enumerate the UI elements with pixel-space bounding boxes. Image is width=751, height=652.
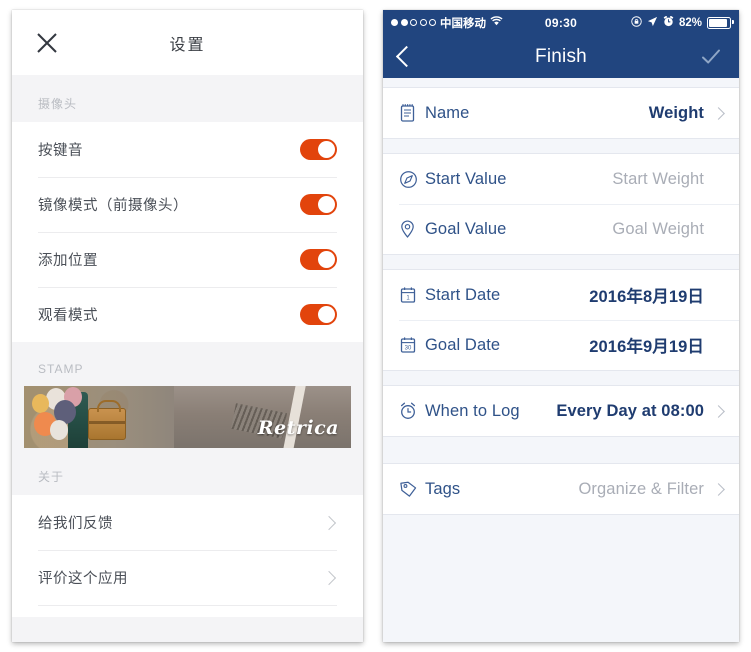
chevron-right-icon (712, 404, 725, 418)
alarm-clock-icon (663, 15, 674, 30)
toggle-knob (318, 306, 335, 323)
settings-header: 设置 (12, 10, 363, 75)
toggle-knob (318, 141, 335, 158)
balloon (50, 420, 68, 440)
calendar-1-icon: 1 (399, 286, 425, 305)
row-value: Organize & Filter (578, 479, 704, 498)
group-spacer (383, 255, 739, 269)
row-start-date[interactable]: 1 Start Date 2016年8月19日 (383, 270, 739, 320)
section-label-about: 关于 (38, 470, 65, 484)
toggle-knob (318, 251, 335, 268)
row-label: Goal Date (425, 335, 501, 354)
menu-label: 给我们反馈 (38, 516, 113, 532)
row-label: Name (425, 103, 470, 122)
menu-item-send-feedback[interactable]: 给我们反馈 (38, 495, 337, 550)
page-title: 设置 (169, 36, 206, 54)
chevron-right-icon (712, 482, 725, 496)
compass-icon (399, 170, 425, 189)
row-goal-value[interactable]: Goal Value Goal Weight (383, 204, 739, 254)
chevron-right-icon (321, 570, 337, 585)
check-icon[interactable] (701, 47, 721, 67)
row-label: When to Log (425, 401, 520, 420)
toggle-watch-mode[interactable] (300, 304, 337, 325)
alarm-clock-icon (399, 401, 425, 421)
nav-title: Finish (535, 45, 587, 67)
setting-row-shutter-sound[interactable]: 按键音 (38, 122, 337, 177)
row-goal-date[interactable]: 30 Goal Date 2016年9月19日 (383, 320, 739, 370)
tag-icon (399, 480, 425, 499)
battery-icon (707, 16, 734, 29)
row-value: Start Weight (612, 169, 704, 188)
form-group-dates: 1 Start Date 2016年8月19日 30 Goal Date 201… (383, 269, 739, 371)
group-spacer (383, 139, 739, 153)
row-label: Goal Value (425, 219, 507, 238)
stamp-banner-image[interactable]: Retrica (24, 386, 351, 448)
row-value: 2016年9月19日 (589, 338, 704, 356)
about-card: 给我们反馈 评价这个应用 (12, 495, 363, 617)
goal-finish-screen: 中国移动 09:30 82% Finish Name Weight Start … (383, 10, 739, 642)
ios-status-bar: 中国移动 09:30 82% (383, 10, 739, 35)
group-spacer (383, 437, 739, 463)
row-name[interactable]: Name Weight (383, 88, 739, 138)
close-icon[interactable] (36, 32, 58, 54)
status-right: 82% (631, 15, 734, 30)
setting-row-watch-mode[interactable]: 观看模式 (38, 287, 337, 342)
rotation-lock-icon (631, 15, 642, 30)
notepad-icon (399, 103, 425, 123)
row-label: Tags (425, 479, 461, 498)
group-spacer (383, 78, 739, 87)
setting-label: 镜像模式（前摄像头） (38, 198, 188, 214)
retrica-settings-screen: 设置 摄像头 按键音 镜像模式（前摄像头） 添加位置 观看模式 STAMP Re… (12, 10, 363, 642)
setting-row-add-location[interactable]: 添加位置 (38, 232, 337, 287)
setting-label: 按键音 (38, 143, 83, 159)
setting-label: 观看模式 (38, 308, 98, 324)
toggle-knob (318, 196, 335, 213)
form-group-reminder: When to Log Every Day at 08:00 (383, 385, 739, 437)
battery-percent: 82% (678, 16, 702, 29)
map-pin-icon (399, 219, 425, 239)
section-label-camera: 摄像头 (38, 97, 78, 111)
row-start-value[interactable]: Start Value Start Weight (383, 154, 739, 204)
toggle-add-location[interactable] (300, 249, 337, 270)
balloon (32, 394, 49, 413)
row-value: Every Day at 08:00 (556, 401, 704, 420)
section-label-stamp: STAMP (38, 362, 84, 376)
chevron-right-icon (321, 515, 337, 530)
row-tags[interactable]: Tags Organize & Filter (383, 464, 739, 514)
svg-text:1: 1 (406, 295, 410, 301)
chevron-right-icon (712, 106, 725, 120)
camera-settings-card: 按键音 镜像模式（前摄像头） 添加位置 观看模式 (12, 122, 363, 342)
toggle-mirror-mode[interactable] (300, 194, 337, 215)
menu-item-rate-app[interactable]: 评价这个应用 (38, 550, 337, 605)
retrica-logo: Retrica (257, 417, 339, 439)
location-arrow-icon (647, 16, 658, 30)
row-value: 2016年8月19日 (589, 288, 704, 306)
row-label: Start Value (425, 169, 507, 188)
form-group-name: Name Weight (383, 87, 739, 139)
toggle-shutter-sound[interactable] (300, 139, 337, 160)
svg-text:30: 30 (405, 345, 412, 351)
menu-label: 评价这个应用 (38, 571, 128, 587)
form-group-tags: Tags Organize & Filter (383, 463, 739, 515)
group-spacer (383, 371, 739, 385)
row-value: Weight (648, 103, 704, 122)
calendar-30-icon: 30 (399, 336, 425, 355)
menu-item-partial (38, 605, 337, 617)
setting-row-mirror-mode[interactable]: 镜像模式（前摄像头） (38, 177, 337, 232)
row-value: Goal Weight (612, 219, 704, 238)
row-label: Start Date (425, 285, 501, 304)
suitcase (88, 400, 126, 440)
setting-label: 添加位置 (38, 253, 98, 269)
row-when-to-log[interactable]: When to Log Every Day at 08:00 (383, 386, 739, 436)
navigation-bar: Finish (383, 35, 739, 78)
screenshot-stage: 设置 摄像头 按键音 镜像模式（前摄像头） 添加位置 观看模式 STAMP Re… (0, 0, 751, 652)
form-group-values: Start Value Start Weight Goal Value Goal… (383, 153, 739, 255)
